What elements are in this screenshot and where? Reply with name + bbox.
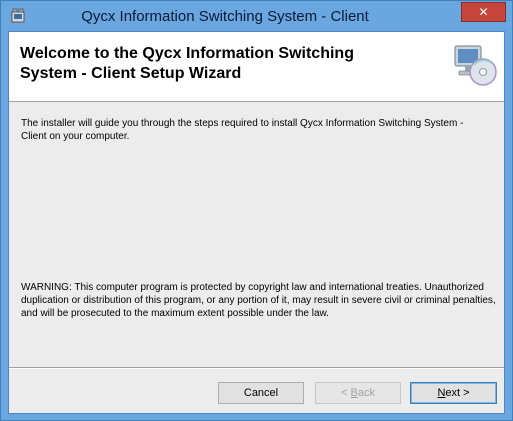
dialog-client-area: Welcome to the Qycx Information Switchin… xyxy=(8,31,505,414)
installer-window: Qycx Information Switching System - Clie… xyxy=(0,0,513,421)
intro-text: The installer will guide you through the… xyxy=(21,118,464,142)
wizard-title: Welcome to the Qycx Information Switchin… xyxy=(20,44,420,84)
back-button-accel: B xyxy=(350,387,358,399)
wizard-title-line-2: System - Client Setup Wizard xyxy=(20,65,242,82)
next-button-accel: N xyxy=(437,387,446,399)
back-button-prefix: < xyxy=(341,387,351,399)
next-button[interactable]: Next > xyxy=(410,382,497,404)
back-button-label: ack xyxy=(357,387,375,399)
close-icon: ✕ xyxy=(478,5,489,19)
wizard-banner: Welcome to the Qycx Information Switchin… xyxy=(9,32,504,102)
button-separator xyxy=(9,367,504,369)
close-button[interactable]: ✕ xyxy=(461,2,506,22)
wizard-title-line-1: Welcome to the Qycx Information Switchin… xyxy=(20,45,354,62)
next-button-label: ext > xyxy=(445,387,470,399)
window-title: Qycx Information Switching System - Clie… xyxy=(81,8,369,25)
computer-disc-icon xyxy=(454,45,497,86)
title-bar[interactable]: Qycx Information Switching System - Clie… xyxy=(1,1,512,31)
back-button[interactable]: < Back xyxy=(315,382,401,404)
cancel-button[interactable]: Cancel xyxy=(218,382,304,404)
copyright-warning: WARNING: This computer program is protec… xyxy=(21,282,496,319)
